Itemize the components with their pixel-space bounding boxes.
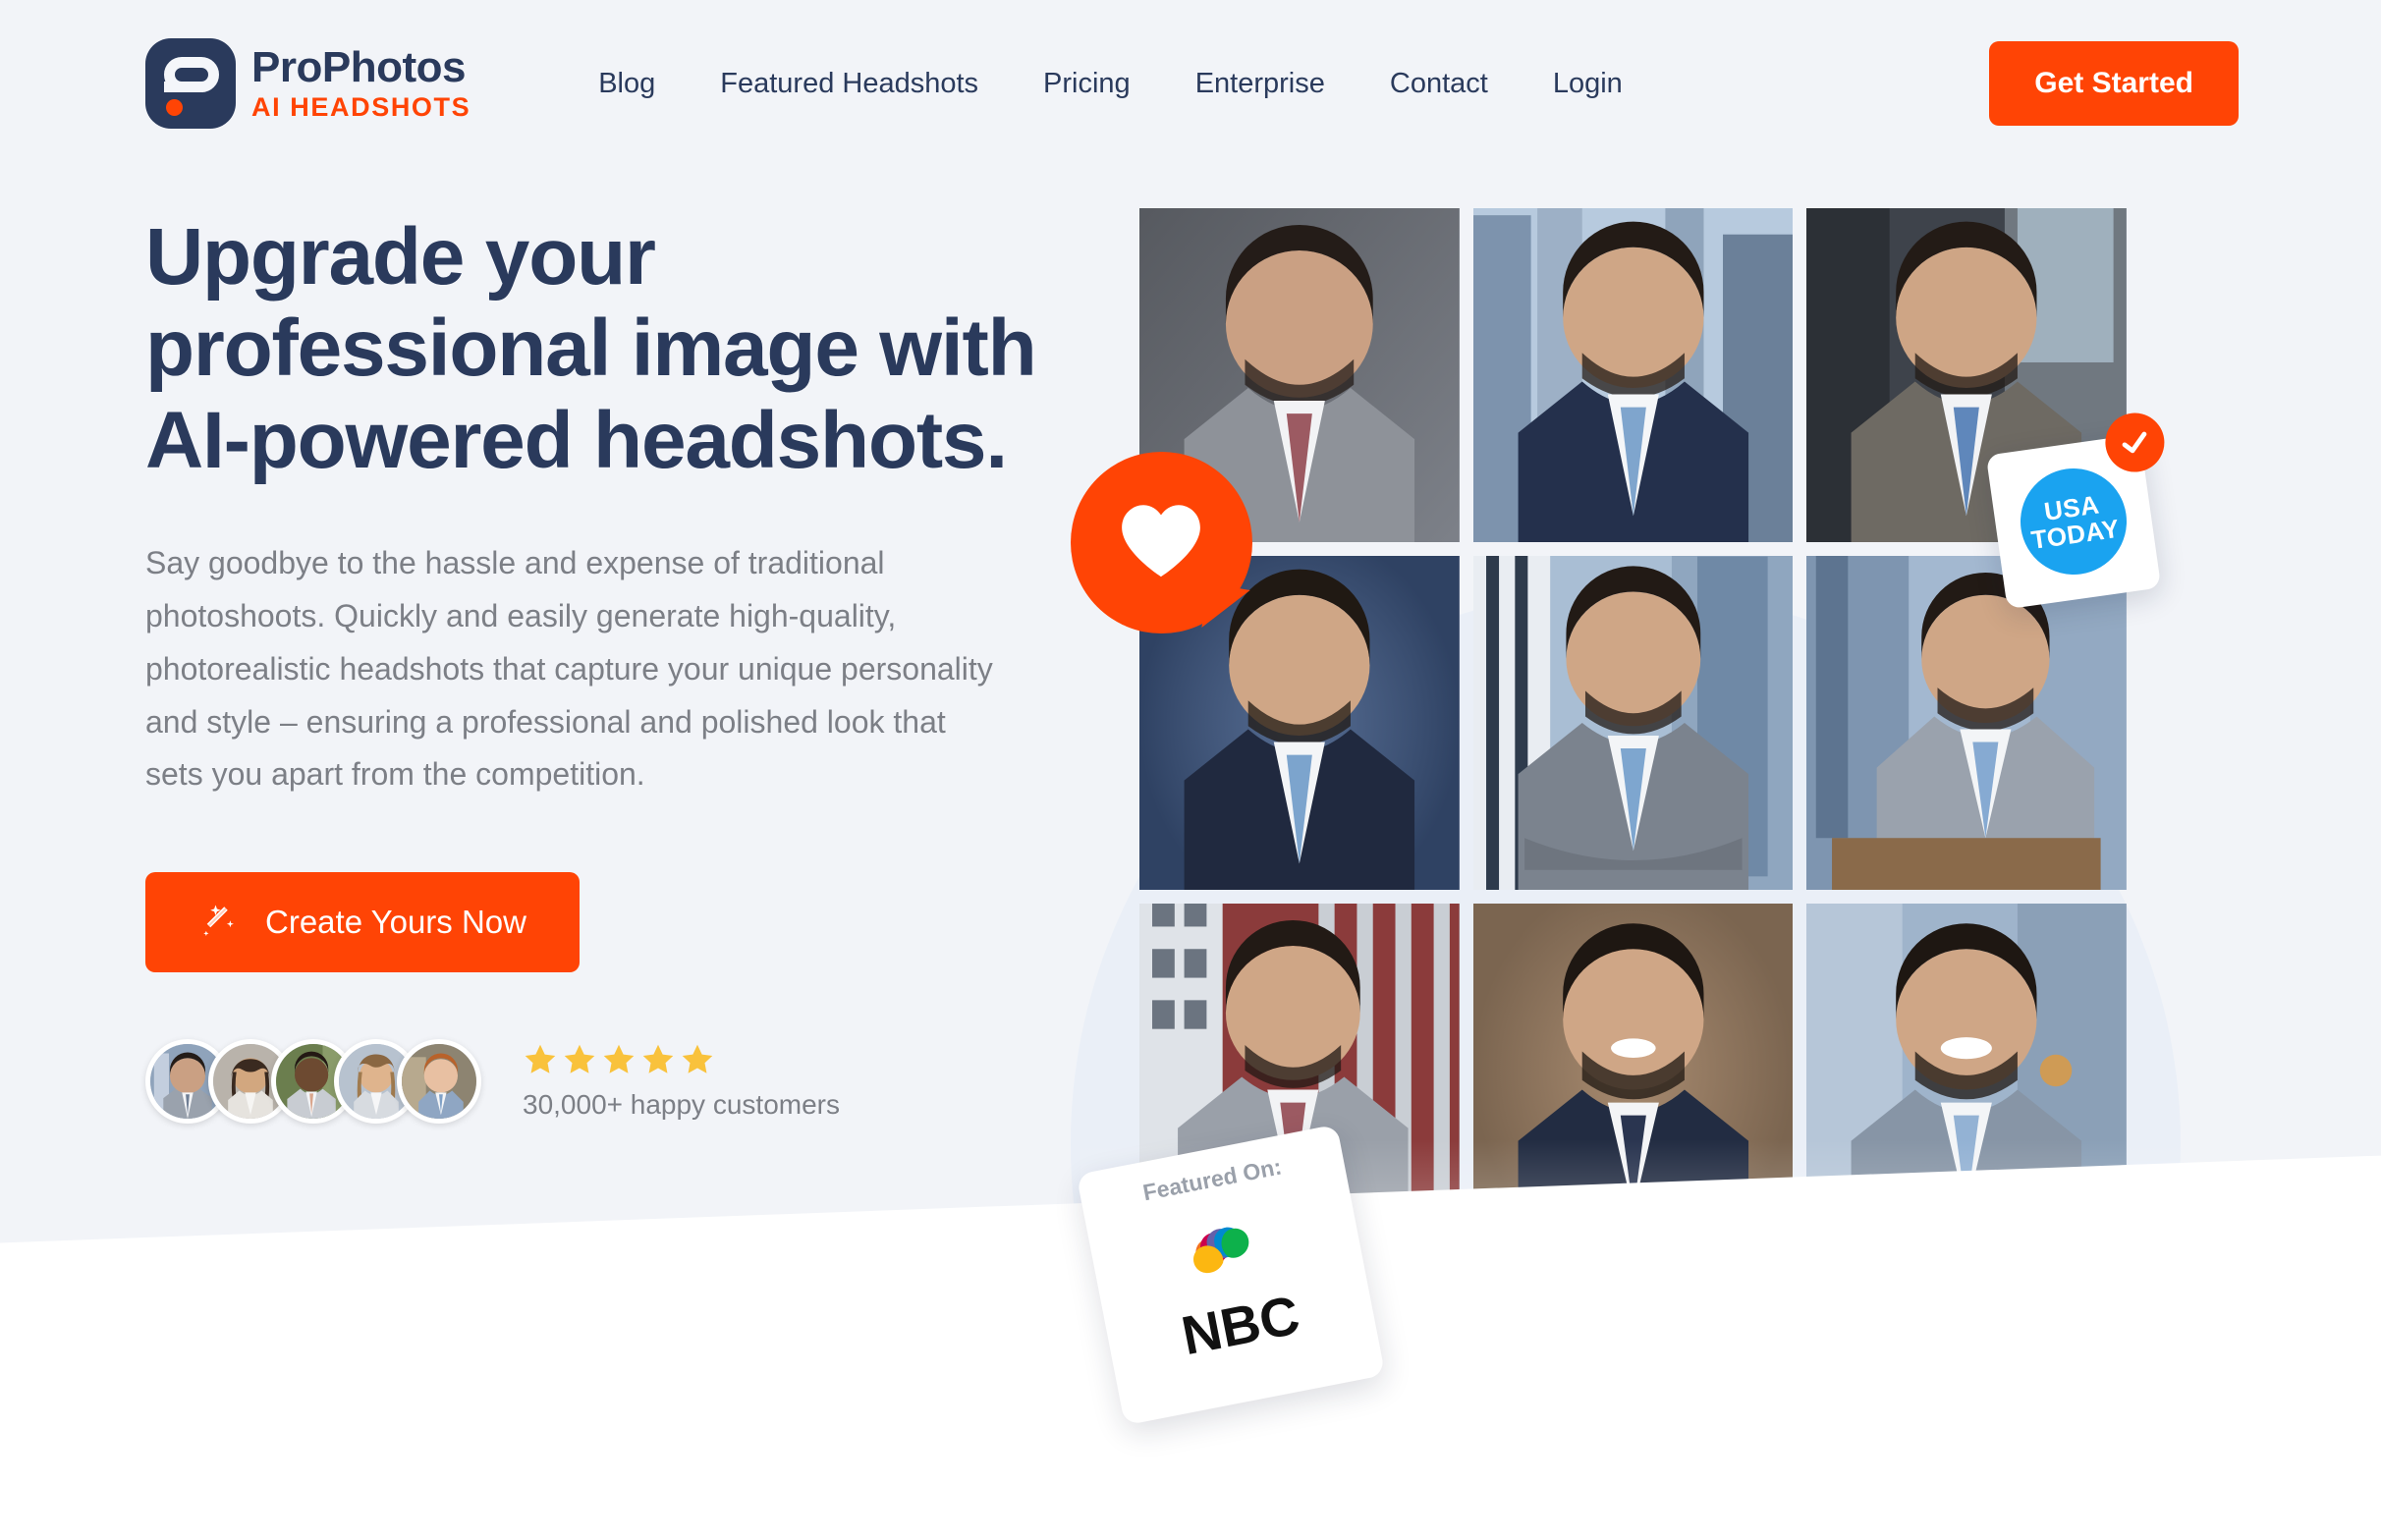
customer-avatars [145,1039,481,1125]
star-rating [523,1042,840,1077]
nav-item-login[interactable]: Login [1553,68,1623,100]
nav-item-featured-headshots[interactable]: Featured Headshots [720,68,978,100]
usa-today-badge: USA TODAY [1985,409,2169,610]
magic-wand-icon [198,902,240,943]
nav-item-pricing[interactable]: Pricing [1043,68,1131,100]
nav-item-enterprise[interactable]: Enterprise [1195,68,1325,100]
star-icon [603,1044,635,1073]
happy-customers-text: 30,000+ happy customers [523,1089,840,1121]
avatar [397,1039,481,1125]
hero-content: Upgrade your professional image with AI-… [145,211,1049,1125]
hero-description: Say goodbye to the hassle and expense of… [145,545,993,793]
usa-today-line2: TODAY [2029,513,2122,556]
brand-name: ProPhotos [251,43,466,91]
page-title: Upgrade your professional image with AI-… [145,212,1037,485]
svg-text:NBC: NBC [1177,1284,1304,1366]
star-icon [642,1044,674,1073]
brand-tagline: AI HEADSHOTS [251,92,471,122]
create-yours-now-button[interactable]: Create Yours Now [145,872,580,973]
headshot-photo[interactable] [1472,208,1794,542]
social-proof: 30,000+ happy customers [145,1039,1049,1125]
brand-logo[interactable]: ProPhotos AI HEADSHOTS [145,38,471,129]
primary-nav: Blog Featured Headshots Pricing Enterpri… [598,68,1623,100]
usa-today-logo-icon: USA TODAY [2014,462,2133,581]
site-header: ProPhotos AI HEADSHOTS Blog Featured Hea… [0,0,2381,167]
nbc-peacock-icon: NBC [1177,1227,1304,1366]
nav-item-contact[interactable]: Contact [1390,68,1488,100]
nav-item-blog[interactable]: Blog [598,68,655,100]
nbc-featured-badge: Featured On: NBC [1076,1124,1386,1426]
heart-icon [1122,505,1200,578]
heart-bubble-badge [1071,452,1252,635]
headshot-photo[interactable] [1806,556,2127,890]
star-icon [682,1044,713,1073]
headshot-photo[interactable] [1472,556,1794,890]
create-yours-now-label: Create Yours Now [265,904,526,941]
landing-page: ProPhotos AI HEADSHOTS Blog Featured Hea… [0,0,2381,1540]
get-started-button[interactable]: Get Started [1989,41,2239,126]
rating-block: 30,000+ happy customers [523,1042,840,1121]
star-icon [525,1044,556,1073]
star-icon [564,1044,595,1073]
prophotos-logo-icon [145,38,236,129]
